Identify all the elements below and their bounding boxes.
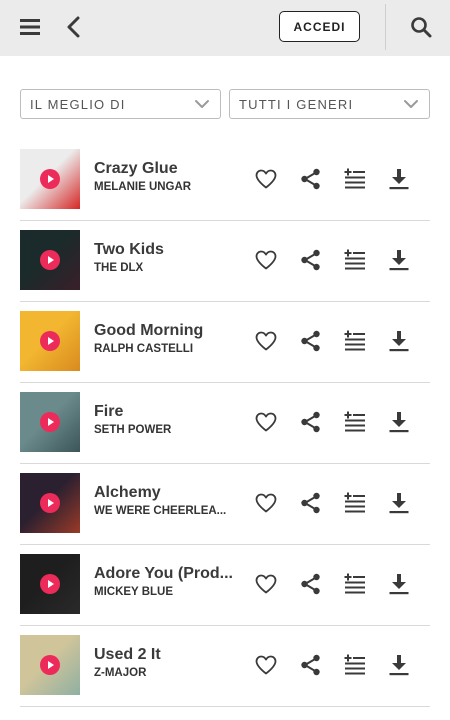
heart-icon[interactable]	[254, 491, 278, 515]
add-to-queue-icon[interactable]	[343, 248, 367, 272]
track-artist[interactable]: SETH POWER	[94, 424, 234, 436]
add-to-queue-icon[interactable]	[343, 410, 367, 434]
track-artist[interactable]: Z-MAJOR	[94, 667, 234, 679]
best-of-filter-label: IL MEGLIO DI	[30, 97, 126, 112]
album-art[interactable]	[20, 473, 80, 533]
album-art[interactable]	[20, 311, 80, 371]
track-artist[interactable]: WE WERE CHEERLEA...	[94, 505, 234, 517]
heart-icon[interactable]	[254, 329, 278, 353]
best-of-filter-select[interactable]: IL MEGLIO DI	[20, 89, 221, 119]
chevron-down-icon	[194, 98, 210, 110]
genre-filter-select[interactable]: TUTTI I GENERI	[229, 89, 430, 119]
track-artist[interactable]: THE DLX	[94, 262, 234, 274]
heart-icon[interactable]	[254, 248, 278, 272]
play-icon[interactable]	[40, 574, 60, 594]
track-row: Used 2 It Z-MAJOR	[20, 626, 430, 707]
album-art[interactable]	[20, 635, 80, 695]
track-row: Adore You (Prod... MICKEY BLUE	[20, 545, 430, 626]
track-row: Fire SETH POWER	[20, 383, 430, 464]
download-icon[interactable]	[387, 248, 411, 272]
chevron-left-icon[interactable]	[62, 14, 86, 40]
play-icon[interactable]	[40, 493, 60, 513]
add-to-queue-icon[interactable]	[343, 167, 367, 191]
track-title[interactable]: Adore You (Prod...	[94, 565, 234, 583]
login-button[interactable]: ACCEDI	[279, 11, 360, 42]
heart-icon[interactable]	[254, 410, 278, 434]
add-to-queue-icon[interactable]	[343, 491, 367, 515]
share-icon[interactable]	[299, 491, 323, 515]
share-icon[interactable]	[299, 248, 323, 272]
download-icon[interactable]	[387, 329, 411, 353]
track-row: Crazy Glue MELANIE UNGAR	[20, 140, 430, 221]
add-to-queue-icon[interactable]	[343, 329, 367, 353]
download-icon[interactable]	[387, 410, 411, 434]
track-row: Alchemy WE WERE CHEERLEA...	[20, 464, 430, 545]
header-divider	[385, 4, 386, 50]
track-artist[interactable]: RALPH CASTELLI	[94, 343, 234, 355]
search-icon[interactable]	[409, 15, 433, 39]
track-title[interactable]: Good Morning	[94, 322, 234, 340]
album-art[interactable]	[20, 149, 80, 209]
add-to-queue-icon[interactable]	[343, 653, 367, 677]
album-art[interactable]	[20, 554, 80, 614]
track-title[interactable]: Fire	[94, 403, 234, 421]
genre-filter-label: TUTTI I GENERI	[239, 97, 354, 112]
track-list: Crazy Glue MELANIE UNGAR Two Kids THE DL…	[20, 140, 430, 707]
track-title[interactable]: Two Kids	[94, 241, 234, 259]
download-icon[interactable]	[387, 572, 411, 596]
download-icon[interactable]	[387, 167, 411, 191]
share-icon[interactable]	[299, 410, 323, 434]
share-icon[interactable]	[299, 329, 323, 353]
heart-icon[interactable]	[254, 572, 278, 596]
download-icon[interactable]	[387, 653, 411, 677]
play-icon[interactable]	[40, 331, 60, 351]
play-icon[interactable]	[40, 655, 60, 675]
album-art[interactable]	[20, 230, 80, 290]
share-icon[interactable]	[299, 572, 323, 596]
download-icon[interactable]	[387, 491, 411, 515]
track-artist[interactable]: MELANIE UNGAR	[94, 181, 234, 193]
heart-icon[interactable]	[254, 653, 278, 677]
play-icon[interactable]	[40, 169, 60, 189]
track-artist[interactable]: MICKEY BLUE	[94, 586, 234, 598]
heart-icon[interactable]	[254, 167, 278, 191]
share-icon[interactable]	[299, 653, 323, 677]
track-title[interactable]: Used 2 It	[94, 646, 234, 664]
track-row: Two Kids THE DLX	[20, 221, 430, 302]
top-bar: ACCEDI	[0, 0, 450, 56]
track-row: Good Morning RALPH CASTELLI	[20, 302, 430, 383]
hamburger-menu-icon[interactable]	[18, 15, 42, 39]
play-icon[interactable]	[40, 412, 60, 432]
album-art[interactable]	[20, 392, 80, 452]
share-icon[interactable]	[299, 167, 323, 191]
chevron-down-icon	[403, 98, 419, 110]
track-title[interactable]: Crazy Glue	[94, 160, 234, 178]
track-title[interactable]: Alchemy	[94, 484, 234, 502]
play-icon[interactable]	[40, 250, 60, 270]
add-to-queue-icon[interactable]	[343, 572, 367, 596]
